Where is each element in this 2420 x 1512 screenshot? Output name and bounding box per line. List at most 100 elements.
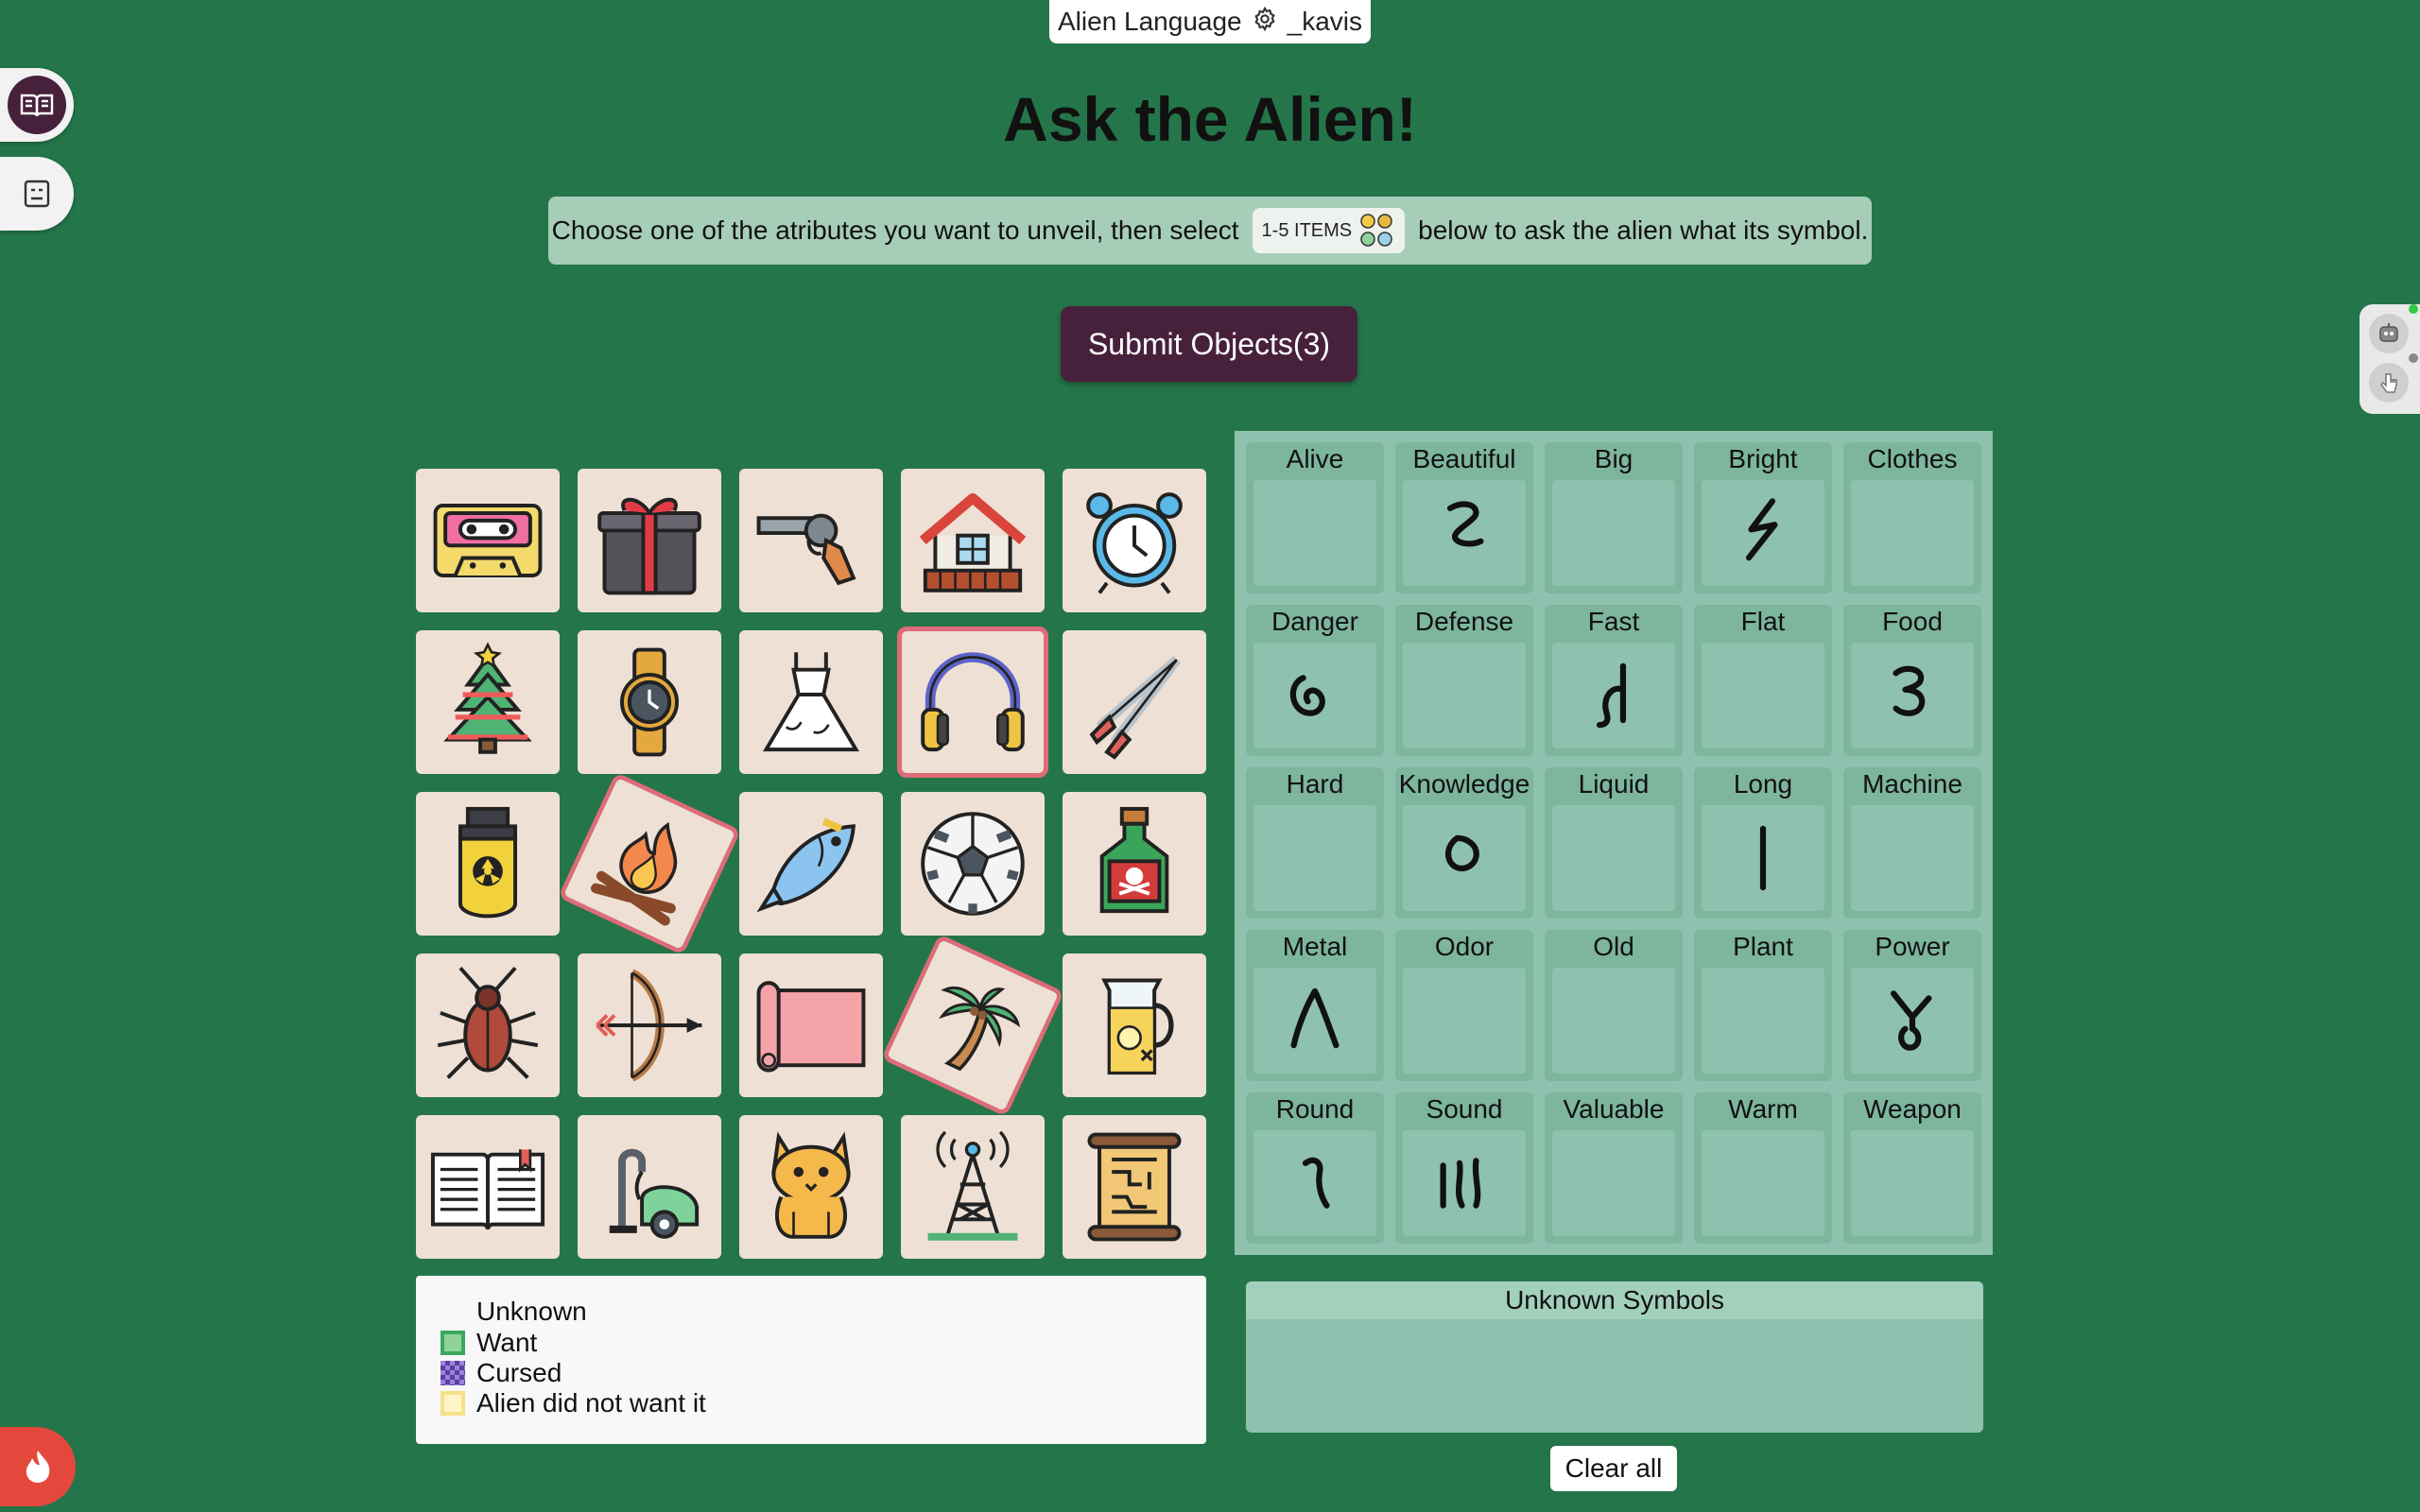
gift-box-icon: [597, 497, 701, 595]
symbol-slot-clothes[interactable]: [1851, 480, 1974, 586]
symbol-slot-bright[interactable]: [1702, 480, 1824, 586]
symbol-slot-liquid[interactable]: [1552, 805, 1675, 911]
symbol-slot-machine[interactable]: [1851, 805, 1974, 911]
symbol-slot-long[interactable]: [1702, 805, 1824, 911]
legend-swatch-cursed: [441, 1361, 465, 1385]
object-tile-alarm-clock[interactable]: [1063, 469, 1206, 612]
attribute-label: Weapon: [1863, 1094, 1962, 1124]
object-tile-palm-tree[interactable]: [881, 934, 1064, 1117]
attribute-knowledge[interactable]: Knowledge: [1395, 767, 1533, 919]
object-tile-cassette-tape[interactable]: [416, 469, 560, 612]
symbol-slot-valuable[interactable]: [1552, 1130, 1675, 1236]
food-glyph: [1893, 665, 1926, 716]
submit-objects-button[interactable]: Submit Objects(3): [1061, 306, 1357, 382]
attribute-flat[interactable]: Flat: [1694, 605, 1832, 756]
object-tile-soccer-ball[interactable]: [901, 792, 1045, 936]
symbol-slot-knowledge[interactable]: [1403, 805, 1526, 911]
attribute-danger[interactable]: Danger: [1246, 605, 1384, 756]
attribute-old[interactable]: Old: [1545, 930, 1683, 1081]
attribute-machine[interactable]: Machine: [1843, 767, 1981, 919]
object-tile-open-book[interactable]: [416, 1115, 560, 1259]
attribute-warm[interactable]: Warm: [1694, 1092, 1832, 1244]
attribute-weapon[interactable]: Weapon: [1843, 1092, 1981, 1244]
pointer-hand-icon[interactable]: [2369, 363, 2409, 403]
object-tile-wristwatch[interactable]: [578, 630, 721, 774]
attribute-label: Odor: [1434, 932, 1495, 961]
attribute-sound[interactable]: Sound: [1395, 1092, 1533, 1244]
cassette-tape-icon: [433, 504, 543, 577]
symbol-slot-beautiful[interactable]: [1403, 480, 1526, 586]
attribute-beautiful[interactable]: Beautiful: [1395, 442, 1533, 593]
symbol-slot-big[interactable]: [1552, 480, 1675, 586]
object-tile-campfire[interactable]: [558, 772, 741, 955]
object-tile-cat[interactable]: [739, 1115, 883, 1259]
object-tile-nuclear-bomb[interactable]: [416, 792, 560, 936]
page-title: Ask the Alien!: [1003, 84, 1417, 154]
attribute-fast[interactable]: Fast: [1545, 605, 1683, 756]
object-tile-radio-tower[interactable]: [901, 1115, 1045, 1259]
attribute-power[interactable]: Power: [1843, 930, 1981, 1081]
attribute-round[interactable]: Round: [1246, 1092, 1384, 1244]
symbol-slot-food[interactable]: [1851, 643, 1974, 748]
flame-icon: [26, 1451, 50, 1483]
object-tile-tongs[interactable]: [1063, 630, 1206, 774]
object-tile-wedding-dress[interactable]: [739, 630, 883, 774]
object-tile-cockroach[interactable]: [416, 954, 560, 1097]
object-tile-christmas-tree[interactable]: [416, 630, 560, 774]
object-tile-lemonade-pitcher[interactable]: [1063, 954, 1206, 1097]
attribute-long[interactable]: Long: [1694, 767, 1832, 919]
attribute-clothes[interactable]: Clothes: [1843, 442, 1981, 593]
object-tile-ancient-scroll[interactable]: [1063, 1115, 1206, 1259]
attribute-label: Big: [1594, 444, 1634, 473]
attribute-alive[interactable]: Alive: [1246, 442, 1384, 593]
symbol-slot-weapon[interactable]: [1851, 1130, 1974, 1236]
attribute-odor[interactable]: Odor: [1395, 930, 1533, 1081]
symbol-slot-fast[interactable]: [1552, 643, 1675, 748]
attribute-panel: Alive Beautiful Big Bright Clothes Danger Defe…: [1235, 431, 1993, 1255]
attribute-plant[interactable]: Plant: [1694, 930, 1832, 1081]
attribute-label: Old: [1593, 932, 1634, 961]
attribute-liquid[interactable]: Liquid: [1545, 767, 1683, 919]
attribute-bright[interactable]: Bright: [1694, 442, 1832, 593]
object-tile-vacuum-cleaner[interactable]: [578, 1115, 721, 1259]
clear-all-button[interactable]: Clear all: [1550, 1446, 1677, 1491]
attribute-metal[interactable]: Metal: [1246, 930, 1384, 1081]
symbol-slot-metal[interactable]: [1253, 968, 1376, 1074]
object-tile-poison-bottle[interactable]: [1063, 792, 1206, 936]
notepad-icon: [8, 164, 66, 223]
symbol-slot-sound[interactable]: [1403, 1130, 1526, 1236]
attribute-food[interactable]: Food: [1843, 605, 1981, 756]
long-glyph: [1759, 825, 1767, 891]
symbol-slot-old[interactable]: [1552, 968, 1675, 1074]
notes-button[interactable]: [0, 157, 74, 231]
instruction-text-before: Choose one of the atributes you want to …: [551, 215, 1239, 245]
attribute-big[interactable]: Big: [1545, 442, 1683, 593]
legend-label-unknown: Unknown: [476, 1297, 587, 1326]
symbol-slot-hard[interactable]: [1253, 805, 1376, 911]
attribute-valuable[interactable]: Valuable: [1545, 1092, 1683, 1244]
symbol-slot-defense[interactable]: [1403, 643, 1526, 748]
object-tile-fish[interactable]: [739, 792, 883, 936]
object-tile-revolver[interactable]: [739, 469, 883, 612]
symbol-slot-odor[interactable]: [1403, 968, 1526, 1074]
object-tile-bow-and-arrow[interactable]: [578, 954, 721, 1097]
headphones-icon: [921, 652, 1025, 752]
symbol-slot-flat[interactable]: [1702, 643, 1824, 748]
lemonade-pitcher-icon: [1101, 978, 1174, 1075]
fire-button[interactable]: [0, 1427, 76, 1506]
attribute-hard[interactable]: Hard: [1246, 767, 1384, 919]
gear-icon[interactable]: [1252, 6, 1278, 39]
attribute-defense[interactable]: Defense: [1395, 605, 1533, 756]
symbol-slot-danger[interactable]: [1253, 643, 1376, 748]
object-tile-house[interactable]: [901, 469, 1045, 612]
symbol-slot-warm[interactable]: [1702, 1130, 1824, 1236]
object-tile-yoga-mat[interactable]: [739, 954, 883, 1097]
symbol-slot-alive[interactable]: [1253, 480, 1376, 586]
nuclear-bomb-icon: [458, 806, 518, 919]
symbol-slot-plant[interactable]: [1702, 968, 1824, 1074]
symbol-slot-round[interactable]: [1253, 1130, 1376, 1236]
object-tile-gift-box[interactable]: [578, 469, 721, 612]
symbol-slot-power[interactable]: [1851, 968, 1974, 1074]
object-tile-headphones[interactable]: [897, 627, 1048, 778]
robot-icon[interactable]: [2369, 314, 2409, 353]
